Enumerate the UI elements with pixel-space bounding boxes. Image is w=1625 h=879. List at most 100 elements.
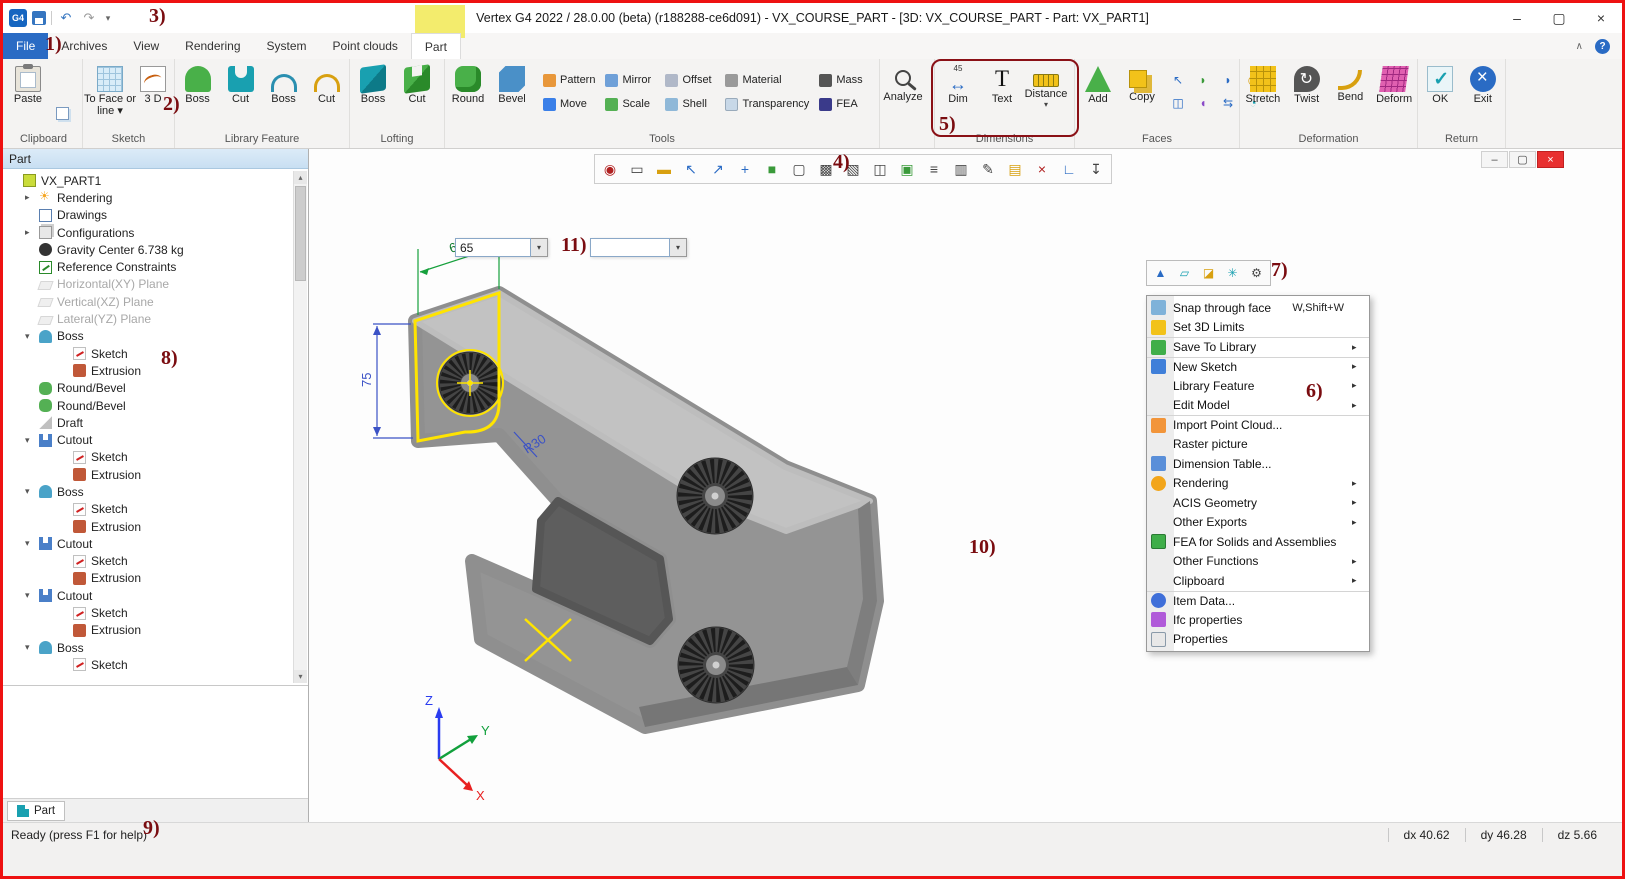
export-view-icon[interactable]: ↧ [1083, 157, 1109, 181]
context-menu-item[interactable]: Other Functions ▸ [1147, 552, 1369, 572]
dimension-value-combo[interactable]: 65 ▾ [455, 238, 548, 257]
face-swap-icon[interactable]: ⇆ [1216, 92, 1240, 114]
menu-tab[interactable]: System [254, 33, 320, 59]
tree-item[interactable]: Drawings [3, 207, 308, 224]
ruler-icon[interactable]: ▬ [651, 157, 677, 181]
context-menu-item[interactable]: FEA for Solids and Assemblies [1147, 532, 1369, 552]
adjust-icon[interactable]: ✳ [1221, 263, 1244, 283]
context-menu-item[interactable]: Save To Library ▸ [1147, 337, 1369, 357]
tree-item[interactable]: Round/Bevel [3, 397, 308, 414]
context-menu-item[interactable]: Rendering ▸ [1147, 474, 1369, 494]
ok-button[interactable]: OK [1419, 61, 1462, 127]
transparency-button[interactable]: Transparency [722, 93, 812, 115]
copy-button[interactable] [56, 107, 69, 120]
face-replace-icon[interactable]: ◫ [1166, 92, 1190, 114]
pattern-button[interactable]: Pattern [540, 69, 598, 91]
settings-gear-icon[interactable]: ⚙ [1245, 263, 1268, 283]
box-mode-icon[interactable]: ◫ [867, 157, 893, 181]
context-menu-item[interactable]: Set 3D Limits [1147, 318, 1369, 338]
scroll-up-icon[interactable]: ▴ [294, 171, 307, 184]
doc-close-button[interactable]: × [1537, 151, 1564, 168]
context-menu-item[interactable]: Edit Model ▸ [1147, 396, 1369, 416]
library-cut-button[interactable]: Cut [219, 61, 262, 127]
expand-arrow-icon[interactable]: ▾ [25, 538, 38, 549]
tree-item[interactable]: Gravity Center 6.738 kg [3, 241, 308, 258]
fea-check-icon[interactable]: ▲ [1149, 263, 1172, 283]
part-panel-tab[interactable]: Part [7, 801, 65, 821]
tree-item[interactable]: Extrusion [3, 570, 308, 587]
doc-minimize-button[interactable]: – [1481, 151, 1508, 168]
paste-button[interactable]: Paste [6, 61, 50, 127]
tree-item[interactable]: ▾ Boss [3, 483, 308, 500]
bend-button[interactable]: Bend [1329, 61, 1373, 127]
exit-button[interactable]: Exit [1462, 61, 1505, 127]
tree-item[interactable]: ▸ Configurations [3, 224, 308, 241]
app-logo-icon[interactable]: G4 [9, 9, 27, 27]
context-menu-item[interactable]: Import Point Cloud... [1147, 415, 1369, 435]
menu-tab[interactable]: View [120, 33, 172, 59]
tree-item[interactable]: Lateral(YZ) Plane [3, 310, 308, 327]
expand-arrow-icon[interactable]: ▾ [25, 486, 38, 497]
tree-item[interactable]: Sketch [3, 501, 308, 518]
twist-button[interactable]: Twist [1285, 61, 1329, 127]
library-boss-button[interactable]: Boss [176, 61, 219, 127]
tree-item[interactable]: Sketch [3, 604, 308, 621]
minimize-button[interactable]: – [1496, 4, 1538, 32]
expand-arrow-icon[interactable]: ▾ [25, 331, 38, 342]
context-menu-item[interactable]: Properties [1147, 630, 1369, 650]
tree-item[interactable]: ▾ Cutout [3, 535, 308, 552]
face-move-icon[interactable]: ↖ [1166, 69, 1190, 91]
redo-button[interactable]: ↷ [80, 10, 98, 26]
menu-tab[interactable]: Point clouds [320, 33, 411, 59]
tree-item[interactable]: ▾ Cutout [3, 587, 308, 604]
face-add-button[interactable]: Add [1076, 61, 1120, 127]
menu-tab[interactable]: Rendering [172, 33, 253, 59]
tree-item[interactable]: Sketch [3, 656, 308, 673]
mass-button[interactable]: Mass [816, 69, 872, 91]
lofting-cut-button[interactable]: Cut [395, 61, 439, 127]
eraser-icon[interactable]: ◪ [1197, 263, 1220, 283]
dimension-value-input[interactable]: 65 [455, 238, 531, 257]
expand-arrow-icon[interactable]: ▾ [25, 590, 38, 601]
tree-item[interactable]: ▸ Rendering [3, 189, 308, 206]
stretch-button[interactable]: Stretch [1241, 61, 1285, 127]
mirror-button[interactable]: Mirror [602, 69, 658, 91]
combo-dropdown-icon[interactable]: ▾ [531, 238, 548, 257]
context-menu-item[interactable]: Item Data... [1147, 591, 1369, 611]
tree-item[interactable]: Draft [3, 414, 308, 431]
lofting-boss-button[interactable]: Boss [351, 61, 395, 127]
tree-item[interactable]: Reference Constraints [3, 258, 308, 275]
combo-dropdown-icon[interactable]: ▾ [670, 238, 687, 257]
clip-mode-icon[interactable]: ▣ [894, 157, 920, 181]
face-copy-button[interactable]: Copy [1120, 61, 1164, 127]
move-button[interactable]: Move [540, 93, 598, 115]
scrollbar-thumb[interactable] [295, 186, 306, 281]
context-menu-item[interactable]: New Sketch ▸ [1147, 357, 1369, 377]
tree-item[interactable]: Sketch [3, 345, 308, 362]
help-icon[interactable]: ? [1595, 39, 1610, 54]
tree-item[interactable]: Extrusion [3, 466, 308, 483]
scroll-down-icon[interactable]: ▾ [294, 670, 307, 683]
library-panel-icon[interactable]: ▱ [1173, 263, 1196, 283]
tree-item[interactable]: ▾ Boss [3, 328, 308, 345]
tree-scrollbar[interactable]: ▴ ▾ [293, 171, 307, 683]
context-menu-item[interactable]: Dimension Table... [1147, 454, 1369, 474]
snap-midpoint-icon[interactable]: ↗ [705, 157, 731, 181]
library-boss2-button[interactable]: Boss [262, 61, 305, 127]
save-icon[interactable] [32, 11, 46, 25]
context-menu-item[interactable]: Ifc properties [1147, 610, 1369, 630]
collapse-ribbon-icon[interactable]: ∧ [1576, 41, 1583, 52]
distance-button[interactable]: Distance ▾ [1024, 61, 1068, 127]
analyze-button[interactable]: Analyze [881, 61, 925, 127]
tree-item[interactable]: ▾ Boss [3, 639, 308, 656]
tree-item[interactable]: Extrusion [3, 622, 308, 639]
shaded-mode-icon[interactable]: ■ [759, 157, 785, 181]
tree-item[interactable]: VX_PART1 [3, 172, 308, 189]
context-menu-item[interactable]: ACIS Geometry ▸ [1147, 493, 1369, 513]
snap-intersection-icon[interactable]: + [732, 157, 758, 181]
viewport[interactable]: 65 75 R30 [309, 149, 1622, 822]
scale-button[interactable]: Scale [602, 93, 658, 115]
context-menu-item[interactable]: Clipboard ▸ [1147, 571, 1369, 591]
wireframe-mode-icon[interactable]: ▢ [786, 157, 812, 181]
erase-marks-icon[interactable]: × [1029, 157, 1055, 181]
